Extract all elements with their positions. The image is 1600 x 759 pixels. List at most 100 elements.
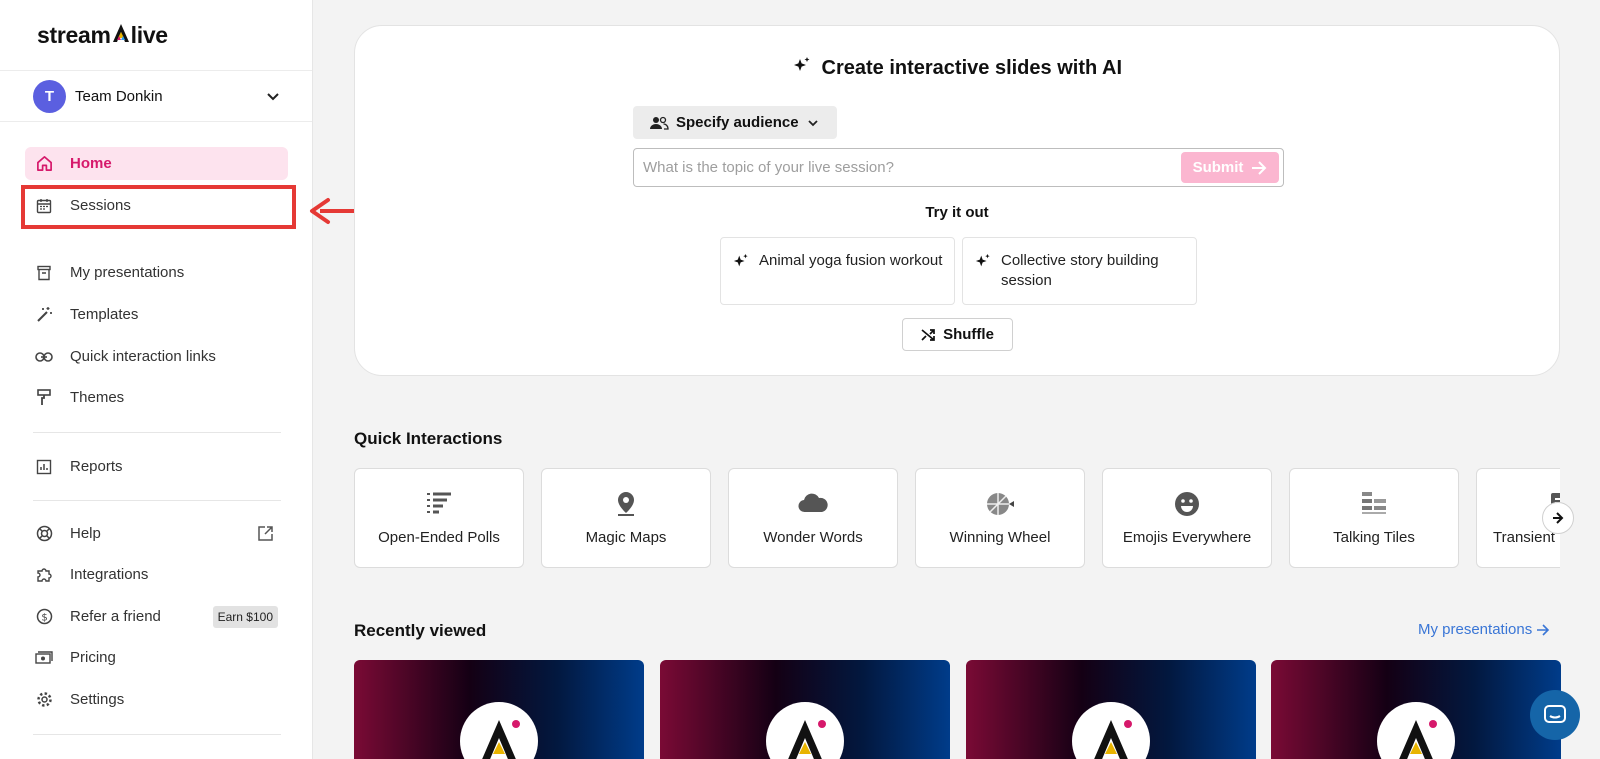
- chat-icon: [1544, 705, 1566, 723]
- dollar-circle-icon: $: [35, 608, 53, 626]
- sidebar-item-label: Reports: [70, 458, 123, 475]
- sidebar-item-reports[interactable]: Reports: [25, 450, 288, 483]
- sidebar-item-themes[interactable]: Themes: [25, 381, 288, 414]
- smiley-icon: [1175, 492, 1199, 516]
- streamalive-a-icon: [788, 720, 826, 759]
- presentation-logo: [1377, 702, 1455, 759]
- cloud-icon: [798, 493, 828, 513]
- sidebar-item-label: Pricing: [70, 649, 116, 666]
- streamalive-a-icon: [1399, 720, 1437, 759]
- quick-interaction-label: Winning Wheel: [949, 529, 1051, 546]
- sidebar-item-home[interactable]: Home: [25, 147, 288, 180]
- sidebar-divider: [33, 734, 281, 735]
- chat-support-button[interactable]: [1530, 690, 1580, 740]
- arrow-right-icon: [1252, 160, 1267, 175]
- quick-interaction-label: Magic Maps: [585, 529, 667, 546]
- suggestion-text: Collective story building session: [1001, 252, 1159, 289]
- quick-interaction-card[interactable]: Talking Tiles: [1289, 468, 1459, 568]
- bar-chart-icon: [35, 458, 53, 476]
- sidebar-divider: [0, 121, 312, 122]
- my-presentations-link-label: My presentations: [1418, 621, 1533, 638]
- logo-text-live: live: [130, 22, 168, 48]
- suggestion-card[interactable]: Collective story building session: [962, 237, 1197, 305]
- sidebar-item-label: Themes: [70, 389, 125, 406]
- sparkles-icon: [975, 253, 990, 267]
- sidebar-item-pricing[interactable]: Pricing: [25, 641, 288, 674]
- submit-button[interactable]: Submit: [1181, 152, 1279, 183]
- suggestion-text: Animal yoga fusion workout: [759, 252, 943, 269]
- suggestion-card[interactable]: Animal yoga fusion workout: [720, 237, 955, 305]
- submit-label: Submit: [1192, 159, 1244, 176]
- quick-interaction-label: Wonder Words: [763, 529, 863, 546]
- team-avatar: T: [33, 79, 66, 113]
- sidebar-item-help[interactable]: Help: [25, 517, 288, 550]
- topic-input-wrapper: Submit: [633, 148, 1284, 187]
- sidebar-item-label: Settings: [70, 691, 125, 708]
- presentation-thumbnail[interactable]: [354, 660, 644, 759]
- sidebar-item-label: Refer a friend: [70, 608, 161, 625]
- ai-slides-card: Create interactive slides with AI Specif…: [354, 25, 1560, 376]
- chevron-right-icon: [1553, 512, 1564, 524]
- sidebar-item-label: Quick interaction links: [70, 348, 216, 365]
- shuffle-icon: [921, 328, 935, 341]
- paint-roller-icon: [35, 389, 53, 407]
- quick-interaction-card[interactable]: Emojis Everywhere: [1102, 468, 1272, 568]
- external-link-icon: [258, 526, 273, 541]
- quick-interaction-label: Emojis Everywhere: [1122, 529, 1252, 546]
- quick-interaction-card[interactable]: Winning Wheel: [915, 468, 1085, 568]
- team-switcher[interactable]: T Team Donkin: [33, 79, 281, 113]
- home-icon: [35, 155, 53, 173]
- shuffle-button[interactable]: Shuffle: [902, 318, 1013, 351]
- try-it-out-label: Try it out: [925, 204, 989, 221]
- sidebar-item-refer-a-friend[interactable]: $ Refer a friend Earn $100: [25, 600, 288, 633]
- my-presentations-link[interactable]: My presentations: [1418, 621, 1550, 638]
- sidebar-item-label: Help: [70, 525, 101, 542]
- sidebar-divider: [33, 432, 281, 433]
- logo-text-stream: stream: [37, 22, 111, 48]
- sidebar-item-settings[interactable]: Settings: [25, 683, 288, 716]
- svg-text:$: $: [41, 613, 47, 624]
- presentation-thumbnail[interactable]: [966, 660, 1256, 759]
- link-icon: [35, 348, 53, 366]
- ai-card-title: Create interactive slides with AI: [355, 56, 1559, 80]
- presentation-logo: [766, 702, 844, 759]
- topic-input[interactable]: [634, 149, 1174, 186]
- quick-interaction-card[interactable]: Wonder Words: [728, 468, 898, 568]
- sessions-highlight-annotation: [21, 185, 296, 229]
- quick-interaction-card[interactable]: Open-Ended Polls: [354, 468, 524, 568]
- tiles-icon: [1362, 492, 1386, 514]
- streamalive-logo[interactable]: stream live: [37, 22, 168, 49]
- sidebar-item-integrations[interactable]: Integrations: [25, 558, 288, 591]
- ai-card-title-text: Create interactive slides with AI: [821, 57, 1123, 79]
- quick-interaction-label: Transient: [1493, 529, 1555, 546]
- presentation-box-icon: [35, 264, 53, 282]
- lifebuoy-icon: [35, 525, 53, 543]
- earn-badge: Earn $100: [212, 606, 278, 628]
- chevron-down-icon: [807, 119, 818, 126]
- sidebar-item-my-presentations[interactable]: My presentations: [25, 256, 288, 289]
- streamalive-a-icon: [482, 720, 520, 759]
- carousel-next-button[interactable]: [1542, 502, 1574, 534]
- sparkles-icon: [793, 57, 810, 71]
- map-pin-icon: [618, 492, 634, 516]
- presentation-thumbnail[interactable]: [1271, 660, 1561, 759]
- sidebar: stream live T Team Donkin Home Sessions …: [0, 0, 313, 759]
- magic-wand-icon: [35, 306, 53, 324]
- sidebar-item-label: Home: [70, 155, 112, 172]
- quick-interaction-card[interactable]: Magic Maps: [541, 468, 711, 568]
- shuffle-label: Shuffle: [943, 326, 994, 343]
- specify-audience-button[interactable]: Specify audience: [633, 106, 837, 139]
- users-icon: [650, 116, 669, 130]
- presentation-logo: [460, 702, 538, 759]
- sidebar-item-label: My presentations: [70, 264, 185, 281]
- sidebar-item-quick-interaction-links[interactable]: Quick interaction links: [25, 340, 288, 373]
- sidebar-item-templates[interactable]: Templates: [25, 298, 288, 331]
- chevron-down-icon: [267, 93, 279, 101]
- presentation-thumbnail[interactable]: [660, 660, 950, 759]
- quick-interaction-label: Open-Ended Polls: [378, 529, 500, 546]
- sidebar-item-label: Templates: [70, 306, 139, 323]
- specify-audience-label: Specify audience: [676, 114, 799, 131]
- gear-icon: [35, 691, 53, 709]
- sidebar-item-label: Integrations: [70, 566, 149, 583]
- presentation-logo: [1072, 702, 1150, 759]
